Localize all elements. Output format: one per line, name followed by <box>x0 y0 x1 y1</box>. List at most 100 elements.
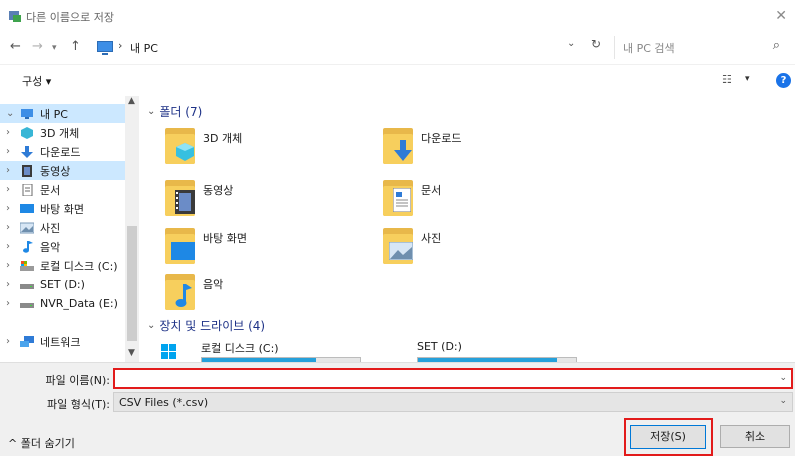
file-list-pane: ⌄ 폴더 (7) 3D 개체 다운로드 동영상 문서 바탕 화면 사진 음악 ⌄… <box>143 96 795 362</box>
sidebar-item-network[interactable]: › 네트워크 <box>0 332 125 351</box>
folder-desktop[interactable]: 바탕 화면 <box>163 226 363 272</box>
collapsed-chevron-icon[interactable]: › <box>6 298 20 309</box>
collapsed-chevron-icon[interactable]: › <box>6 165 20 176</box>
sidebar-item-music[interactable]: › 음악 <box>0 237 125 256</box>
up-arrow-icon[interactable]: ↑ <box>70 39 81 54</box>
filetype-label: 파일 형식(T): <box>47 398 110 411</box>
filetype-select[interactable]: CSV Files (*.csv) ⌄ <box>113 392 793 412</box>
collapsed-chevron-icon[interactable]: › <box>6 279 20 290</box>
sidebar-item-videos[interactable]: › 동영상 <box>0 161 125 180</box>
breadcrumb-separator-icon[interactable]: › <box>118 39 122 52</box>
sidebar-item-label: SET (D:) <box>40 278 85 291</box>
folder-name: 동영상 <box>203 184 234 197</box>
folder-name: 3D 개체 <box>203 132 243 145</box>
folder-downloads[interactable]: 다운로드 <box>381 126 581 172</box>
sidebar-item-this-pc[interactable]: ⌄ 내 PC <box>0 104 125 123</box>
sidebar-item-local-disk-c[interactable]: › 로컬 디스크 (C:) <box>0 256 125 275</box>
collapsed-chevron-icon[interactable]: › <box>6 241 20 252</box>
folder-videos[interactable]: 동영상 <box>163 178 363 224</box>
recent-locations-chevron-icon[interactable]: ▾ <box>52 43 57 53</box>
address-dropdown-icon[interactable]: ⌄ <box>567 38 575 49</box>
3d-objects-folder-icon <box>163 126 197 166</box>
drives-group-header[interactable]: ⌄ 장치 및 드라이브 (4) <box>147 317 265 334</box>
collapsed-chevron-icon[interactable]: › <box>6 222 20 233</box>
save-button[interactable]: 저장(S) <box>630 425 706 449</box>
scroll-up-icon[interactable]: ▲ <box>128 96 135 106</box>
filename-dropdown-icon[interactable]: ⌄ <box>779 373 787 383</box>
folders-group-header[interactable]: ⌄ 폴더 (7) <box>147 103 202 120</box>
video-icon <box>22 164 32 177</box>
view-dropdown-icon[interactable]: ▾ <box>745 74 750 84</box>
collapsed-chevron-icon[interactable]: › <box>6 146 20 157</box>
search-icon[interactable]: ⌕ <box>773 38 780 53</box>
close-icon[interactable]: ✕ <box>775 8 787 24</box>
document-icon <box>22 183 33 196</box>
collapsed-chevron-icon[interactable]: › <box>6 260 20 271</box>
navigation-scrollbar[interactable]: ▲ ▼ <box>125 96 139 362</box>
sidebar-item-nvr-data-e[interactable]: › NVR_Data (E:) <box>0 294 125 313</box>
sidebar-item-label: 동영상 <box>40 164 71 178</box>
pc-icon <box>21 108 33 119</box>
help-icon[interactable]: ? <box>776 73 791 88</box>
sidebar-item-documents[interactable]: › 문서 <box>0 180 125 199</box>
folder-pictures[interactable]: 사진 <box>381 226 581 272</box>
scroll-down-icon[interactable]: ▼ <box>128 348 135 358</box>
sidebar-item-label: 사진 <box>40 221 61 235</box>
filetype-dropdown-icon[interactable]: ⌄ <box>779 396 787 406</box>
address-path-box[interactable]: › 내 PC <box>92 36 608 59</box>
collapsed-chevron-icon[interactable]: › <box>6 336 20 347</box>
window-title: 다른 이름으로 저장 <box>26 11 114 24</box>
folder-music[interactable]: 음악 <box>163 272 363 318</box>
app-icon <box>9 11 21 22</box>
sidebar-item-downloads[interactable]: › 다운로드 <box>0 142 125 161</box>
search-input[interactable]: 내 PC 검색 ⌕ <box>614 36 786 59</box>
breadcrumb-pc[interactable]: 내 PC <box>130 40 158 56</box>
desktop-folder-icon <box>163 226 197 266</box>
expanded-chevron-icon[interactable]: ⌄ <box>6 108 20 119</box>
sidebar-item-pictures[interactable]: › 사진 <box>0 218 125 237</box>
pictures-folder-icon <box>381 226 415 266</box>
address-bar: ← → ▾ ↑ › 내 PC ⌄ ↻ 내 PC 검색 ⌕ <box>0 32 795 62</box>
document-folder-icon <box>381 178 415 218</box>
collapsed-chevron-icon[interactable]: › <box>6 203 20 214</box>
command-toolbar: 구성 ▾ ☷ ▾ ? <box>0 64 795 94</box>
windows-logo-icon <box>161 344 176 359</box>
drive-name: 로컬 디스크 (C:) <box>201 342 279 355</box>
collapsed-chevron-icon[interactable]: › <box>6 184 20 195</box>
folder-name: 다운로드 <box>421 132 462 145</box>
sidebar-item-3d-objects[interactable]: › 3D 개체 <box>0 123 125 142</box>
forward-arrow-icon[interactable]: → <box>32 39 43 54</box>
drives-group-label: 장치 및 드라이브 (4) <box>159 319 266 333</box>
folder-3d-objects[interactable]: 3D 개체 <box>163 126 363 172</box>
sidebar-item-label: 다운로드 <box>40 145 81 159</box>
sidebar-item-label: 바탕 화면 <box>40 202 84 216</box>
cancel-button[interactable]: 취소 <box>720 425 790 448</box>
sidebar-item-label: 로컬 디스크 (C:) <box>40 259 118 273</box>
filetype-value: CSV Files (*.csv) <box>119 396 209 409</box>
filename-label: 파일 이름(N): <box>45 374 111 387</box>
sidebar-item-desktop[interactable]: › 바탕 화면 <box>0 199 125 218</box>
organize-button[interactable]: 구성 ▾ <box>22 73 51 89</box>
back-arrow-icon[interactable]: ← <box>10 39 21 54</box>
collapsed-chevron-icon[interactable]: › <box>6 127 20 138</box>
drive-set-d[interactable]: SET (D:) <box>359 340 579 362</box>
drive-local-disk-c[interactable]: 로컬 디스크 (C:) <box>143 340 363 362</box>
pc-icon <box>97 41 113 55</box>
pictures-icon <box>20 222 34 233</box>
3d-objects-icon <box>21 126 33 139</box>
sidebar-item-label: NVR_Data (E:) <box>40 297 118 310</box>
folder-name: 사진 <box>421 232 442 245</box>
local-disk-icon <box>20 260 34 271</box>
hide-folders-toggle[interactable]: ^ 폴더 숨기기 <box>8 435 75 451</box>
refresh-icon[interactable]: ↻ <box>591 37 601 51</box>
scrollbar-thumb[interactable] <box>127 226 137 341</box>
drive-icon <box>20 302 34 308</box>
group-collapse-chevron-icon[interactable]: ⌄ <box>147 106 155 117</box>
sidebar-item-set-d[interactable]: › SET (D:) <box>0 275 125 294</box>
filename-input[interactable]: ⌄ <box>113 368 793 389</box>
download-icon <box>21 145 33 158</box>
view-options-icon[interactable]: ☷ <box>722 73 732 86</box>
folder-documents[interactable]: 문서 <box>381 178 581 224</box>
group-collapse-chevron-icon[interactable]: ⌄ <box>147 320 155 331</box>
search-placeholder: 내 PC 검색 <box>623 42 675 55</box>
